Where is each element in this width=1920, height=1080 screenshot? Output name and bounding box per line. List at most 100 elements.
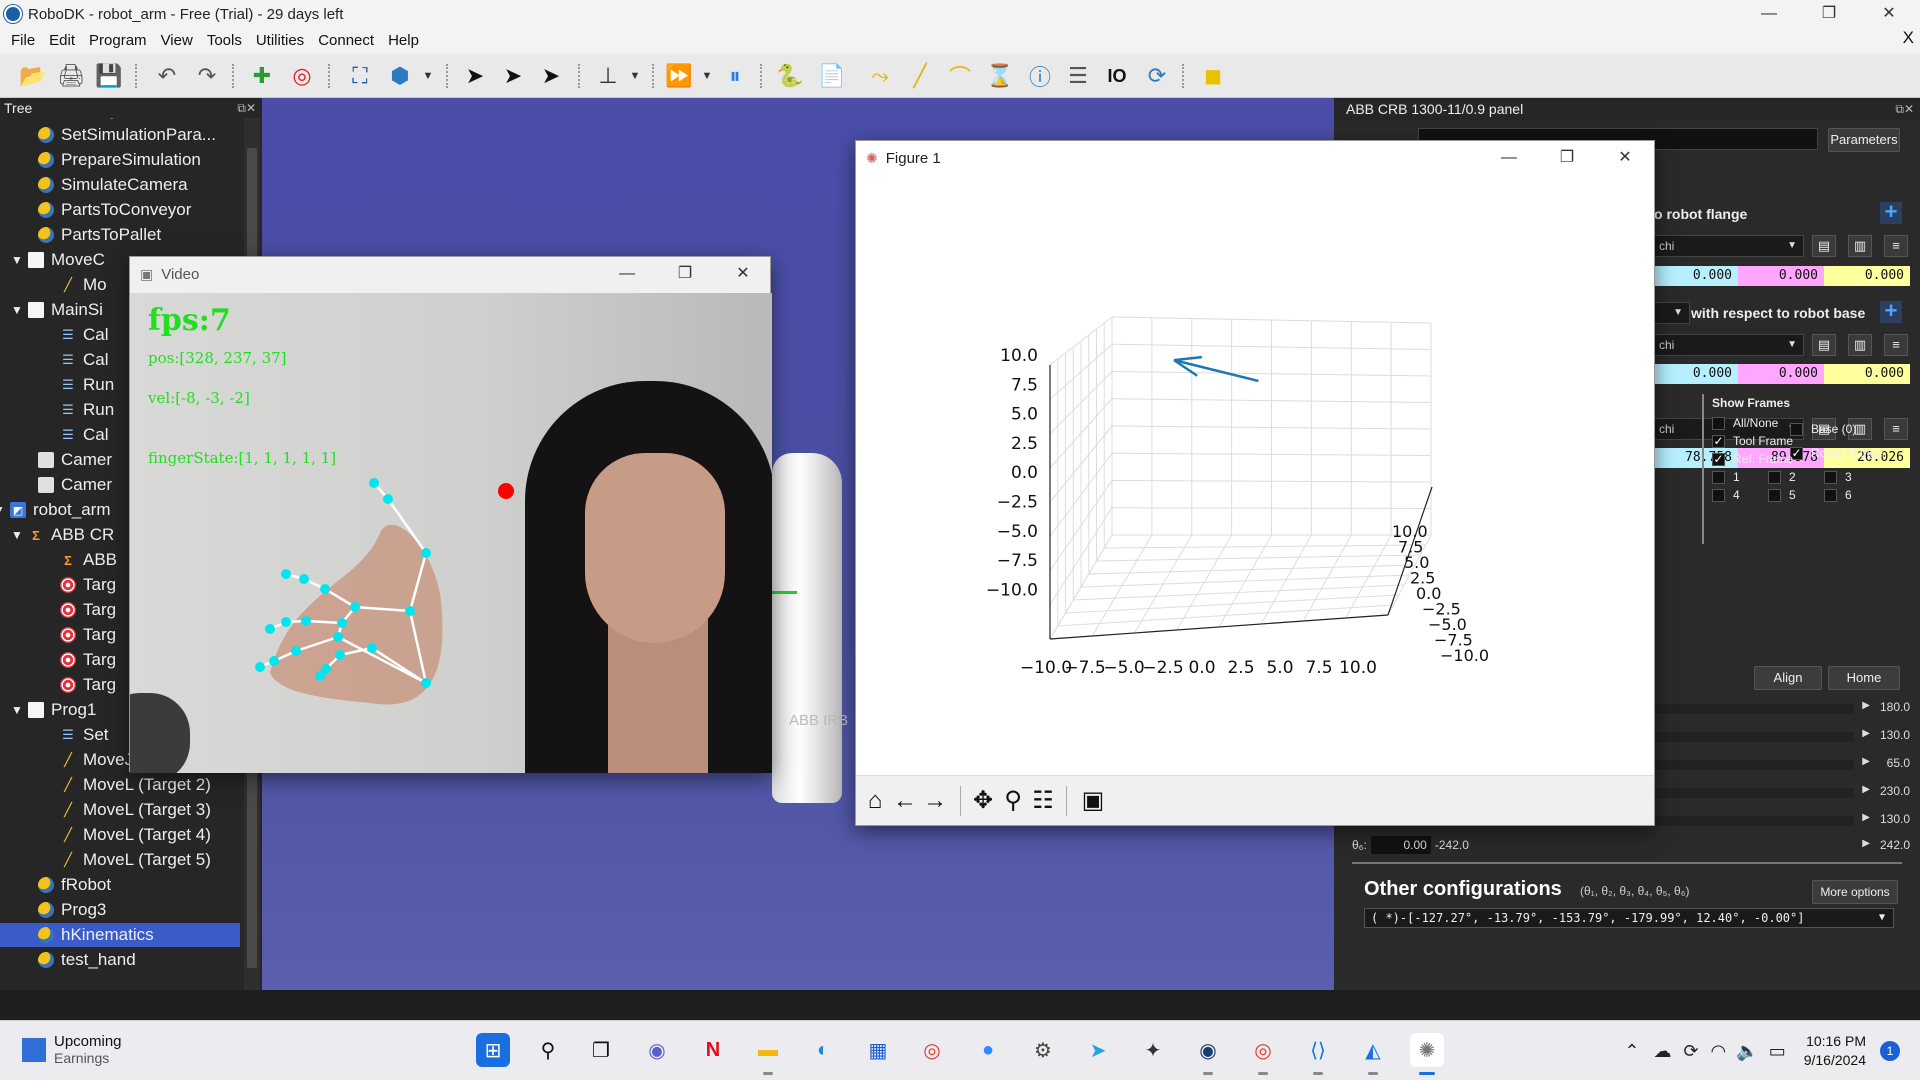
save-icon[interactable]: 💾	[94, 61, 124, 91]
tree-item[interactable]: PrepareSimulation	[38, 148, 201, 172]
joint-frame-1-checkbox[interactable]: 1	[1712, 470, 1740, 484]
tree-item[interactable]: ☰ Cal	[60, 348, 108, 372]
paste-icon[interactable]: ▥	[1848, 235, 1872, 257]
tree-item[interactable]: Prog3	[38, 898, 106, 922]
search-icon[interactable]: ⚲	[531, 1033, 565, 1067]
all-none-checkbox[interactable]: All/None	[1712, 416, 1778, 430]
redo-icon[interactable]: ↷	[192, 61, 222, 91]
tree-item[interactable]: SimulateCamera	[38, 173, 188, 197]
tree-item[interactable]: ☰ Cal	[60, 323, 108, 347]
tree-item[interactable]: ▼ MoveC	[10, 248, 105, 272]
robot-flange-checkbox[interactable]: ✓ Robot Flange	[1790, 446, 1883, 460]
menu-edit[interactable]: Edit	[42, 28, 82, 54]
tool-rotation-combo[interactable]: chi ▼	[1654, 235, 1804, 257]
add-ref-frame-button[interactable]: +	[1880, 300, 1902, 323]
base-frame-checkbox[interactable]: Base (0)	[1790, 422, 1856, 436]
view-dropdown-chevron-icon[interactable]: ▼	[413, 61, 443, 91]
copy-icon[interactable]: ▤	[1812, 235, 1836, 257]
python-figure-icon[interactable]: ◭	[1356, 1033, 1390, 1075]
teams-icon[interactable]: ◉	[640, 1033, 674, 1067]
notification-badge[interactable]: 1	[1880, 1041, 1900, 1061]
minimize-button[interactable]: —	[1480, 141, 1538, 175]
tree-item[interactable]: ☰ Run	[60, 373, 114, 397]
tree-item[interactable]: ╱ MoveL (Target 4)	[60, 823, 211, 847]
tree-item[interactable]: ▼ Prog1	[10, 698, 96, 722]
expand-chevron-icon[interactable]: ▼	[10, 253, 24, 267]
ref-rotation-combo[interactable]: chi ▼	[1654, 334, 1804, 356]
figure-canvas[interactable]: 10.0 7.5 5.0 2.5 0.0 −2.5 −5.0 −7.5 −10.0 −10.0 −7…	[856, 177, 1654, 775]
ref-frame-checkbox[interactable]: ✓ Ref. Frame	[1712, 452, 1793, 466]
chrome-icon[interactable]: ◎	[915, 1033, 949, 1067]
move-joint-icon[interactable]: ⤳	[865, 61, 895, 91]
tree-item[interactable]: hKinematics	[0, 923, 240, 947]
tool-z-value[interactable]: 0.000	[1824, 266, 1910, 286]
maximize-button[interactable]: ❐	[656, 257, 714, 291]
pause-icon[interactable]: ⏸	[720, 61, 750, 91]
add-reference-frame-icon[interactable]: ✚	[247, 61, 277, 91]
figure-window-titlebar[interactable]: ✺ Figure 1 — ❐ ✕	[856, 141, 1654, 175]
open-online-library-icon[interactable]: 🖨	[56, 61, 86, 91]
menu-view[interactable]: View	[154, 28, 200, 54]
tree-item[interactable]: Targ	[60, 573, 116, 597]
tree-item[interactable]: Targ	[60, 598, 116, 622]
tree-item[interactable]: test_hand	[38, 948, 136, 972]
menu-tools[interactable]: Tools	[200, 28, 249, 54]
pause-instruction-icon[interactable]: ⌛	[985, 61, 1015, 91]
view-cube-icon[interactable]: ⬢	[385, 61, 415, 91]
tree-item[interactable]: ΣConveyorReference	[38, 118, 212, 122]
run-dropdown-chevron-icon[interactable]: ▼	[692, 61, 722, 91]
program-call-icon[interactable]: ☰	[1063, 61, 1093, 91]
settings-gear-icon[interactable]: ⚙	[1026, 1033, 1060, 1067]
pan-icon[interactable]: ✥	[968, 786, 998, 816]
minimize-button[interactable]: —	[598, 257, 656, 291]
move-linear-icon[interactable]: ╱	[905, 61, 935, 91]
more-options-button[interactable]: More options	[1812, 880, 1898, 904]
show-message-icon[interactable]: ⓘ	[1025, 61, 1055, 91]
volume-icon[interactable]: 🔈	[1736, 1041, 1758, 1062]
expand-chevron-icon[interactable]: ▼	[10, 703, 24, 717]
joint-6-value-input[interactable]: 0.00	[1370, 836, 1431, 854]
robodk-taskbar-icon[interactable]: ◉	[1191, 1033, 1225, 1075]
ref-y-value[interactable]: 0.000	[1738, 364, 1824, 384]
add-tool-icon[interactable]: ⊥	[593, 61, 623, 91]
configuration-select[interactable]: ( *)-[-127.27°, -13.79°, -153.79°, -179.…	[1364, 908, 1894, 928]
tool-frame-checkbox[interactable]: ✓ Tool Frame	[1712, 434, 1793, 448]
telegram-icon[interactable]: ➤	[1081, 1033, 1115, 1067]
task-view-icon[interactable]: ❐	[584, 1033, 618, 1067]
maximize-button[interactable]: ❐	[1800, 0, 1858, 28]
tree-item[interactable]: ╱ MoveL (Target 2)	[60, 773, 211, 797]
onedrive-cloud-icon[interactable]: ☁	[1653, 1041, 1671, 1062]
undo-icon[interactable]: ↶	[152, 61, 182, 91]
tool-x-value[interactable]: 0.000	[1654, 266, 1738, 286]
fit-all-icon[interactable]: ⛶	[345, 61, 375, 91]
move-circular-icon[interactable]: ⌒	[945, 61, 975, 91]
tree-item[interactable]: ▼ Σ ABB CR	[10, 523, 114, 547]
joint-frame-6-checkbox[interactable]: 6	[1824, 488, 1852, 502]
menu-connect[interactable]: Connect	[311, 28, 381, 54]
vscode-icon[interactable]: ⟨⟩	[1301, 1033, 1335, 1075]
save-icon[interactable]: ▣	[1078, 786, 1108, 816]
sync-icon[interactable]: ⟳	[1683, 1041, 1698, 1062]
tree-item[interactable]: ╱ MoveL (Target 5)	[60, 848, 211, 872]
add-target-icon[interactable]: ◎	[287, 61, 317, 91]
app-icon[interactable]: ✦	[1136, 1033, 1170, 1067]
select-rotate-icon[interactable]: ➤	[498, 61, 528, 91]
minimize-button[interactable]: —	[1740, 0, 1798, 28]
refresh-icon[interactable]: ⟳	[1142, 61, 1172, 91]
joint-frame-2-checkbox[interactable]: 2	[1768, 470, 1796, 484]
home-button[interactable]: Home	[1828, 666, 1900, 690]
tree-item[interactable]: PartsToConveyor	[38, 198, 191, 222]
menu-icon[interactable]: ≡	[1884, 235, 1908, 257]
netflix-icon[interactable]: N	[696, 1033, 730, 1067]
tree-item[interactable]: ╱ Mo	[60, 273, 107, 297]
back-icon[interactable]: ←	[890, 786, 920, 816]
tree-item[interactable]: ☰ Run	[60, 398, 114, 422]
weather-widget[interactable]: Upcoming Earnings	[22, 1033, 122, 1066]
video-window-titlebar[interactable]: ▣ Video — ❐ ✕	[130, 257, 770, 291]
add-object-cube-icon[interactable]: ◼	[1198, 61, 1228, 91]
expand-chevron-icon[interactable]: ▼	[10, 303, 24, 317]
add-program-icon[interactable]: 📄	[817, 61, 847, 91]
zoom-icon[interactable]: ⚲	[998, 786, 1028, 816]
menubar-close-button[interactable]: X	[1903, 28, 1914, 48]
tree-item[interactable]: Targ	[60, 648, 116, 672]
